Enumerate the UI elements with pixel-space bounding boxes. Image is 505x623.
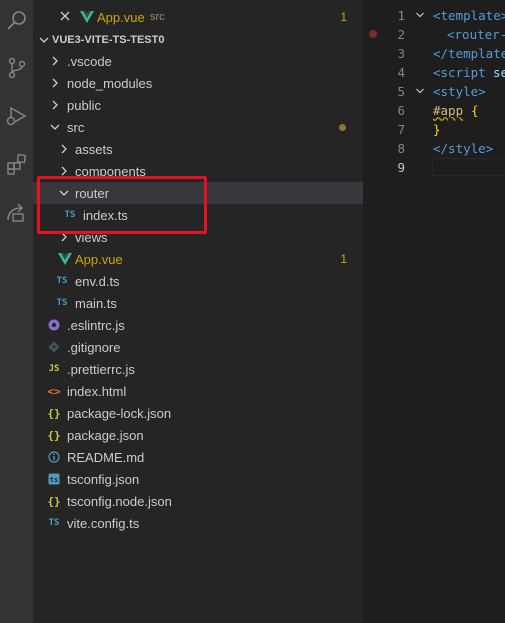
svg-text:ts: ts — [50, 476, 58, 484]
tree-item-eslintrc[interactable]: .eslintrc.js — [33, 314, 363, 336]
code-line-8: </style> — [433, 141, 494, 156]
tree-item-label: .eslintrc.js — [67, 317, 125, 333]
tree-item-label: tsconfig.json — [67, 471, 140, 487]
code-line-4-tag: <script — [433, 65, 486, 80]
tree-item-env-d-ts[interactable]: TS env.d.ts — [33, 270, 363, 292]
tree-item-vite-config-ts[interactable]: TS vite.config.ts — [33, 512, 363, 534]
line-number: 9 — [397, 160, 405, 175]
highlight-annotation-box — [37, 176, 207, 234]
fold-chevron-icon[interactable] — [415, 10, 425, 23]
typescript-file-icon: TS — [56, 276, 68, 286]
json-file-icon: {} — [47, 494, 61, 508]
vue-file-icon — [80, 10, 94, 24]
open-editor-item[interactable]: App.vue src 1 — [33, 6, 363, 28]
chevron-right-icon — [49, 77, 61, 93]
tree-item-index-html[interactable]: <> index.html — [33, 380, 363, 402]
problems-badge: 1 — [340, 10, 347, 24]
vue-file-icon — [58, 252, 72, 266]
code-editor[interactable]: 1 2 3 4 5 6 7 8 9 <template> <router- </… — [363, 0, 505, 623]
tree-item-label: .gitignore — [67, 339, 121, 355]
tree-item-assets[interactable]: assets — [33, 138, 363, 160]
modified-dot — [339, 123, 346, 131]
eslint-file-icon — [47, 318, 61, 332]
line-number: 7 — [397, 122, 405, 137]
remote-explorer-icon[interactable] — [0, 200, 33, 224]
code-line-3: </template — [433, 46, 505, 61]
javascript-file-icon: JS — [48, 364, 60, 374]
typescript-file-icon: TS — [48, 518, 60, 528]
tree-item-label: .vscode — [67, 53, 112, 69]
json-file-icon: {} — [47, 428, 61, 442]
tree-item-tsconfig-json[interactable]: ts tsconfig.json — [33, 468, 363, 490]
source-control-icon[interactable] — [0, 56, 33, 80]
code-line-6-brace: { — [471, 103, 479, 118]
tree-item-label: README.md — [67, 449, 145, 465]
code-line-2: <router- — [447, 27, 505, 42]
tree-item-label: .prettierrc.js — [67, 361, 135, 377]
tree-item-label: App.vue — [75, 251, 123, 267]
tree-item-label: src — [67, 119, 85, 135]
tree-item-public[interactable]: public — [33, 94, 363, 116]
extensions-icon[interactable] — [0, 152, 33, 176]
git-file-icon — [47, 340, 61, 354]
json-file-icon: {} — [47, 406, 61, 420]
chevron-right-icon — [58, 143, 70, 159]
tree-item-label: main.ts — [75, 295, 117, 311]
tree-item-package-json[interactable]: {} package.json — [33, 424, 363, 446]
problems-badge: 1 — [340, 252, 347, 266]
line-number: 2 — [397, 27, 405, 42]
typescript-file-icon: TS — [56, 298, 68, 308]
tree-item-vscode[interactable]: .vscode — [33, 50, 363, 72]
line-number: 6 — [397, 103, 405, 118]
tree-item-main-ts[interactable]: TS main.ts — [33, 292, 363, 314]
tree-item-label: node_modules — [67, 75, 153, 91]
tree-item-app-vue[interactable]: App.vue 1 — [33, 248, 363, 270]
current-line-highlight — [432, 158, 505, 176]
tree-item-package-lock-json[interactable]: {} package-lock.json — [33, 402, 363, 424]
tree-item-label: vite.config.ts — [67, 515, 140, 531]
code-line-1: <template> — [433, 8, 505, 23]
run-debug-icon[interactable] — [0, 104, 33, 128]
chevron-down-icon — [38, 34, 50, 50]
line-number: 8 — [397, 141, 405, 156]
line-number: 1 — [397, 8, 405, 23]
chevron-down-icon — [49, 121, 61, 137]
code-line-4-attr: se — [493, 65, 505, 80]
open-editor-folder: src — [150, 11, 165, 23]
line-number: 4 — [397, 65, 405, 80]
tree-item-label: package-lock.json — [67, 405, 172, 421]
tree-item-node-modules[interactable]: node_modules — [33, 72, 363, 94]
code-line-6-selector: #app — [433, 103, 464, 118]
line-number: 5 — [397, 84, 405, 99]
html-file-icon: <> — [47, 384, 61, 398]
tree-item-label: public — [67, 97, 101, 113]
tree-item-gitignore[interactable]: .gitignore — [33, 336, 363, 358]
project-header[interactable]: VUE3-VITE-TS-TEST0 — [33, 29, 363, 51]
tree-item-label: index.html — [67, 383, 127, 399]
fold-chevron-icon[interactable] — [415, 86, 425, 99]
search-icon[interactable] — [0, 8, 33, 32]
chevron-right-icon — [49, 55, 61, 71]
tree-item-label: assets — [75, 141, 113, 157]
tsconfig-file-icon: ts — [47, 472, 61, 486]
code-line-5: <style> — [433, 84, 486, 99]
line-number: 3 — [397, 46, 405, 61]
tree-item-readme[interactable]: README.md — [33, 446, 363, 468]
open-editor-filename: App.vue — [97, 9, 145, 25]
tree-item-src[interactable]: src — [33, 116, 363, 138]
close-icon[interactable] — [59, 10, 71, 26]
project-title: VUE3-VITE-TS-TEST0 — [52, 34, 165, 46]
explorer-sidebar: App.vue src 1 VUE3-VITE-TS-TEST0 .vscode… — [33, 0, 363, 623]
code-line-7-brace: } — [433, 122, 441, 137]
chevron-right-icon — [49, 99, 61, 115]
tree-item-label: tsconfig.node.json — [67, 493, 172, 509]
tree-item-prettierrc[interactable]: JS .prettierrc.js — [33, 358, 363, 380]
tree-item-tsconfig-node-json[interactable]: {} tsconfig.node.json — [33, 490, 363, 512]
activity-bar — [0, 0, 33, 623]
tree-item-label: env.d.ts — [75, 273, 120, 289]
tree-item-label: package.json — [67, 427, 144, 443]
info-icon — [47, 450, 61, 464]
